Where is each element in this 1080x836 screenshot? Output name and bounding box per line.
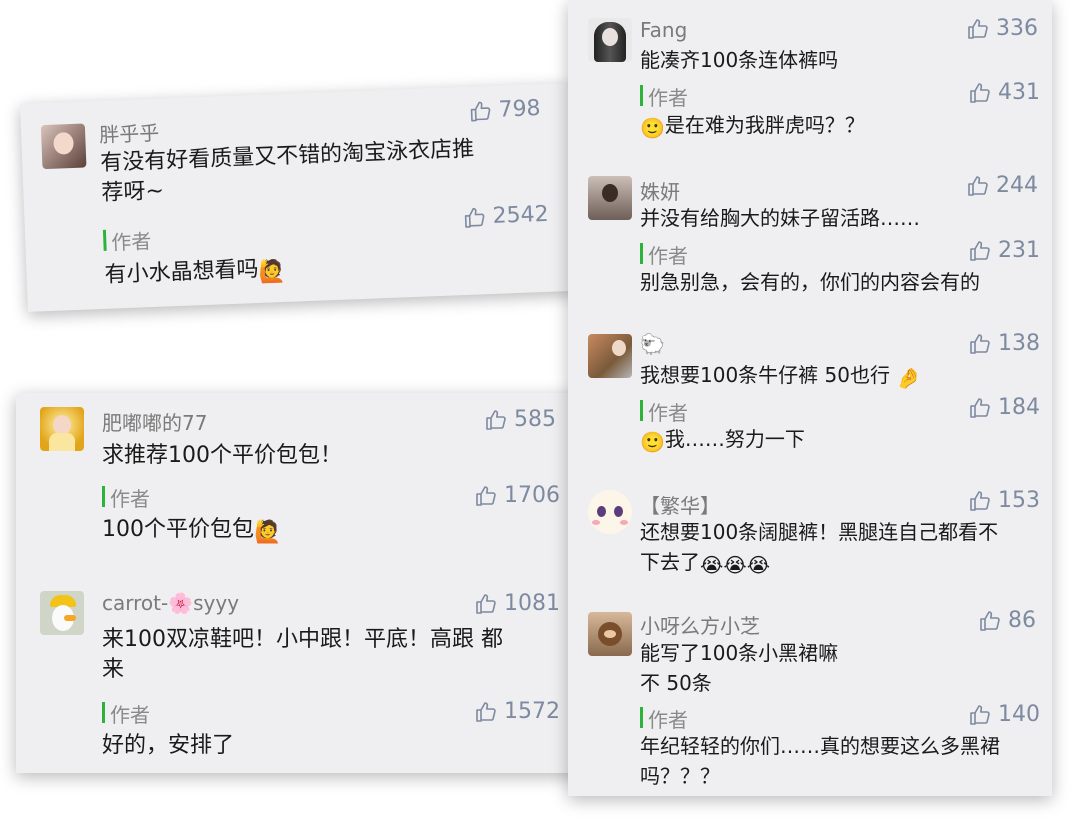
- cherry-blossom-icon: 🌸: [168, 591, 194, 615]
- like-count: 231: [998, 238, 1040, 263]
- thumbs-up-icon: [474, 484, 498, 508]
- reply-like-button[interactable]: 140: [968, 702, 1040, 727]
- avatar[interactable]: [588, 18, 632, 62]
- author-reply-label: 作者: [102, 699, 150, 728]
- comment-text: 能写了100条小黑裙嘛 不 50条: [640, 641, 839, 695]
- like-button[interactable]: 138: [968, 331, 1040, 356]
- like-count: 1081: [504, 591, 560, 616]
- comment-card-2: 肥嘟嘟的77 585 求推荐100个平价包包！ 作者 1706 100个平价包包…: [16, 393, 582, 773]
- like-count: 86: [1008, 608, 1036, 633]
- like-count: 431: [998, 80, 1040, 105]
- like-button[interactable]: 1081: [474, 591, 560, 616]
- comment-username[interactable]: 【繁华】: [640, 490, 720, 519]
- like-button[interactable]: 585: [484, 407, 556, 432]
- author-reply-label: 作者: [103, 225, 152, 256]
- like-count: 184: [998, 395, 1040, 420]
- comment-username[interactable]: 小呀么方小芝: [640, 610, 760, 639]
- smiling-face-icon: 🙂: [640, 430, 665, 454]
- like-count: 336: [996, 16, 1038, 41]
- avatar[interactable]: [40, 123, 87, 170]
- comment-card-1: 胖乎乎 798 有没有好看质量又不错的淘宝泳衣店推 荐呀~ 2542 作者 有小…: [20, 82, 578, 312]
- author-reply-label: 作者: [640, 704, 688, 733]
- like-count: 1572: [504, 699, 560, 724]
- like-count: 244: [996, 173, 1038, 198]
- avatar[interactable]: [40, 591, 84, 635]
- comment-username[interactable]: 肥嘟嘟的77: [102, 407, 207, 436]
- thumbs-up-icon: [474, 592, 498, 616]
- reply-like-button[interactable]: 1706: [474, 483, 560, 508]
- comment-username[interactable]: 胖乎乎: [99, 117, 160, 148]
- author-reply-label: 作者: [640, 82, 688, 111]
- person-raising-hand-icon: 🙋: [254, 520, 282, 545]
- person-raising-hand-icon: 🙋: [258, 258, 287, 285]
- comment-username[interactable]: carrot-🌸syyy: [102, 591, 239, 615]
- like-count: 798: [498, 96, 542, 123]
- reply-like-button[interactable]: 431: [968, 80, 1040, 105]
- avatar[interactable]: [588, 612, 632, 656]
- reply-text: 好的，安排了: [102, 733, 235, 758]
- comment-username[interactable]: Fang: [640, 18, 687, 42]
- crying-face-icon: 😭😭😭: [700, 553, 771, 577]
- reply-like-button[interactable]: 1572: [474, 699, 560, 724]
- like-button[interactable]: 798: [468, 96, 541, 124]
- comment-text: 求推荐100个平价包包！: [102, 443, 342, 468]
- comment-text: 来100双凉鞋吧！小中跟！平底！高跟 都 来: [102, 627, 503, 682]
- smiling-face-icon: 🙂: [640, 116, 665, 140]
- avatar[interactable]: [588, 334, 632, 378]
- like-count: 138: [998, 331, 1040, 356]
- thumbs-up-icon: [468, 98, 493, 123]
- author-reply-label: 作者: [102, 483, 150, 512]
- reply-text: 🙂是在难为我胖虎吗？？: [640, 110, 865, 143]
- comment-card-3: Fang 336 能凑齐100条连体裤吗 作者 431 🙂是在难为我胖虎吗？？ …: [568, 0, 1052, 796]
- thumbs-up-icon: [978, 609, 1002, 633]
- thumbs-up-icon: [968, 239, 992, 263]
- reply-like-button[interactable]: 184: [968, 395, 1040, 420]
- like-button[interactable]: 336: [966, 16, 1038, 41]
- thumbs-up-icon: [968, 703, 992, 727]
- avatar[interactable]: [40, 407, 84, 451]
- like-count: 1706: [504, 483, 560, 508]
- reply-text: 100个平价包包🙋: [102, 515, 281, 548]
- comment-text: 并没有给胸大的妹子留活路……: [640, 206, 920, 230]
- pinching-hand-icon: 🤌: [896, 366, 922, 390]
- reply-text: 年纪轻轻的你们……真的想要这么多黑裙 吗？？？: [640, 734, 1000, 788]
- comment-username[interactable]: 姝妍: [640, 176, 680, 205]
- like-button[interactable]: 153: [968, 488, 1040, 513]
- like-count: 140: [998, 702, 1040, 727]
- like-button[interactable]: 244: [966, 173, 1038, 198]
- author-reply-label: 作者: [640, 240, 688, 269]
- thumbs-up-icon: [474, 700, 498, 724]
- comment-text: 能凑齐100条连体裤吗: [640, 48, 839, 72]
- reply-text: 别急别急，会有的，你们的内容会有的: [640, 270, 980, 294]
- thumbs-up-icon: [968, 332, 992, 356]
- thumbs-up-icon: [968, 396, 992, 420]
- reply-text: 🙂我……努力一下: [640, 424, 805, 457]
- avatar[interactable]: [588, 176, 632, 220]
- thumbs-up-icon: [484, 408, 508, 432]
- thumbs-up-icon: [968, 81, 992, 105]
- author-reply-label: 作者: [640, 397, 688, 426]
- like-count: 153: [998, 488, 1040, 513]
- thumbs-up-icon: [968, 489, 992, 513]
- like-button[interactable]: 86: [978, 608, 1036, 633]
- comment-text: 我想要100条牛仔裤 50也行 🤌: [640, 360, 921, 393]
- thumbs-up-icon: [966, 174, 990, 198]
- like-count: 2542: [492, 201, 550, 229]
- reply-like-button[interactable]: 231: [968, 238, 1040, 263]
- comment-text: 还想要100条阔腿裤！黑腿连自己都看不 下去了😭😭😭: [640, 517, 998, 580]
- thumbs-up-icon: [462, 205, 487, 230]
- thumbs-up-icon: [966, 17, 990, 41]
- reply-text: 有小水晶想看吗🙋: [104, 256, 287, 288]
- reply-like-button[interactable]: 2542: [462, 202, 549, 230]
- avatar[interactable]: [588, 490, 632, 534]
- like-count: 585: [514, 407, 556, 432]
- comment-username[interactable]: 🐑: [640, 332, 665, 356]
